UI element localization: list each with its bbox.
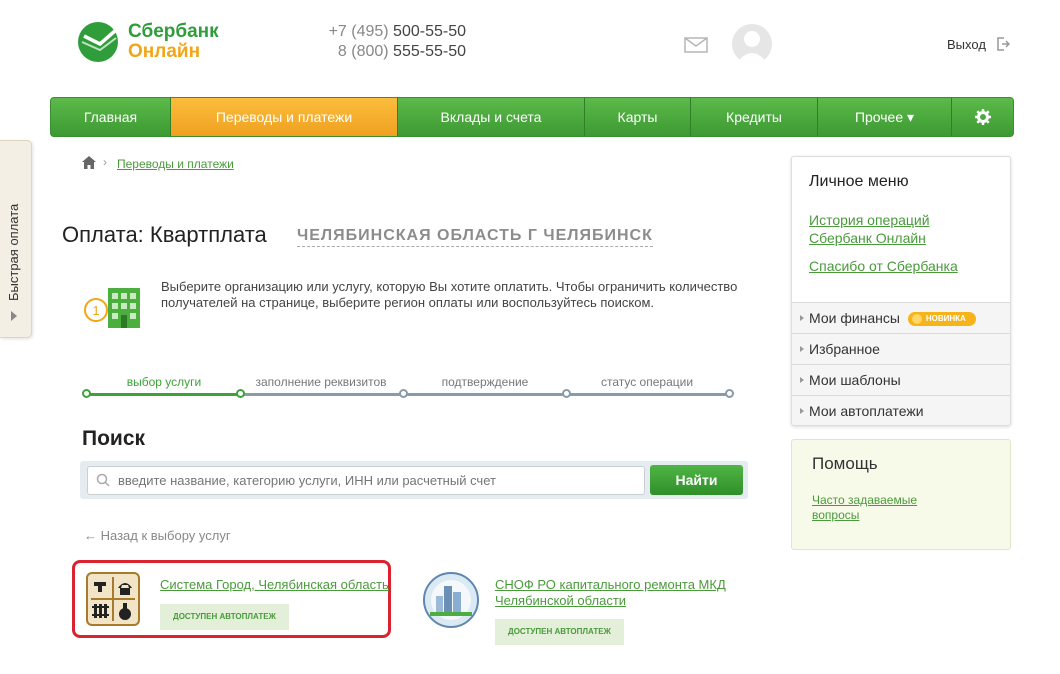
nav-item-home[interactable]: Главная: [51, 98, 171, 136]
nav-item-settings[interactable]: [952, 98, 1013, 136]
bullet-icon: [800, 315, 804, 321]
nav-item-cards[interactable]: Карты: [585, 98, 691, 136]
region-selector[interactable]: ЧЕЛЯБИНСКАЯ ОБЛАСТЬ Г ЧЕЛЯБИНСК: [297, 227, 653, 247]
step-dot-5: [725, 389, 734, 398]
phone2-number: 555-55-50: [393, 43, 466, 60]
nav-item-credits[interactable]: Кредиты: [691, 98, 818, 136]
result-2-title[interactable]: СНОФ РО капитального ремонта МКД Челябин…: [495, 577, 726, 609]
avatar[interactable]: [732, 24, 772, 64]
phone1-number: 500-55-50: [393, 23, 466, 40]
svg-text:1: 1: [92, 303, 99, 318]
phone2-prefix: 8 (800): [337, 43, 394, 60]
autopay-badge: ДОСТУПЕН АВТОПЛАТЕЖ: [495, 619, 624, 645]
nav-item-deposits[interactable]: Вклады и счета: [398, 98, 585, 136]
step-label-status: статус операции: [600, 375, 694, 389]
history-link-line1[interactable]: История операций: [809, 211, 930, 229]
quick-pay-tab[interactable]: Быстрая оплата: [0, 140, 32, 338]
main-nav: Главная Переводы и платежи Вклады и счет…: [50, 97, 1014, 137]
step-dot-3: [399, 389, 408, 398]
page-title: Оплата: Квартплата: [62, 222, 267, 247]
breadcrumb-link-transfers[interactable]: Переводы и платежи: [117, 157, 234, 171]
search-input[interactable]: [87, 466, 645, 495]
nav-item-transfers[interactable]: Переводы и платежи: [171, 98, 398, 136]
step-label-confirm: подтверждение: [441, 375, 529, 389]
snof-logo[interactable]: [420, 572, 482, 628]
autopay-badge: ДОСТУПЕН АВТОПЛАТЕЖ: [160, 604, 289, 630]
gear-icon: [974, 109, 991, 125]
logo-line1: Сбербанк: [128, 21, 219, 42]
mail-icon[interactable]: [684, 37, 708, 53]
step-dot-2: [236, 389, 245, 398]
home-icon[interactable]: [82, 156, 96, 169]
personal-menu-title: Личное меню: [809, 173, 909, 190]
step-dot-4: [562, 389, 571, 398]
menu-item-label: Мои шаблоны: [809, 372, 901, 388]
result-link-snof-line2[interactable]: Челябинской области: [495, 593, 726, 609]
search-button[interactable]: Найти: [650, 465, 743, 495]
user-avatar-icon: [736, 31, 768, 64]
history-link-line2[interactable]: Сбербанк Онлайн: [809, 229, 926, 247]
breadcrumb-separator: ›: [103, 155, 107, 169]
bullet-icon: [800, 377, 804, 383]
logo-text[interactable]: Сбербанк Онлайн: [128, 22, 219, 62]
step-label-fill: заполнение реквизитов: [255, 375, 387, 389]
bullet-icon: [800, 346, 804, 352]
faq-link-line1[interactable]: Часто задаваемые: [812, 493, 917, 508]
back-to-services-link[interactable]: ← Назад к выбору услуг: [84, 528, 231, 543]
spasibo-link[interactable]: Спасибо от Сбербанка: [809, 257, 958, 275]
steps-progress: [86, 393, 240, 396]
logo-line2: Онлайн: [128, 41, 201, 62]
menu-item-favorites[interactable]: Избранное: [792, 333, 1010, 364]
result-link-snof-line1[interactable]: СНОФ РО капитального ремонта МКД: [495, 577, 726, 593]
new-badge: НОВИНКА: [907, 312, 976, 327]
menu-item-templates[interactable]: Мои шаблоны: [792, 364, 1010, 395]
menu-item-label: Избранное: [809, 341, 880, 357]
phone1-prefix: +7 (495): [328, 23, 394, 40]
sistema-gorod-logo[interactable]: [86, 572, 140, 626]
step-label-select: выбор услуги: [126, 375, 202, 389]
quick-pay-label: Быстрая оплата: [6, 203, 21, 301]
building-step-icon: 1: [84, 288, 140, 328]
search-heading: Поиск: [82, 427, 146, 450]
nav-item-other[interactable]: Прочее ▾: [818, 98, 952, 136]
menu-item-label: Мои финансы: [809, 310, 900, 326]
arrow-right-icon: [11, 311, 17, 321]
menu-item-finances[interactable]: Мои финансы НОВИНКА: [792, 302, 1010, 333]
search-icon: [96, 473, 110, 487]
faq-link-line2[interactable]: вопросы: [812, 508, 917, 523]
faq-link[interactable]: Часто задаваемые вопросы: [812, 493, 917, 523]
help-title: Помощь: [812, 454, 878, 473]
phone-numbers: +7 (495) 500-55-50 8 (800) 555-55-50: [310, 22, 466, 62]
bullet-icon: [800, 408, 804, 414]
utilities-icon: [91, 577, 135, 621]
menu-item-autopayments[interactable]: Мои автоплатежи: [792, 395, 1010, 426]
step-dot-1: [82, 389, 91, 398]
info-text: Выберите организацию или услугу, которую…: [161, 279, 738, 310]
result-link-sistema-gorod[interactable]: Система Город, Челябинская область: [160, 577, 389, 593]
exit-icon[interactable]: [996, 37, 1010, 51]
menu-item-label: Мои автоплатежи: [809, 403, 924, 419]
exit-link[interactable]: Выход: [947, 37, 986, 52]
